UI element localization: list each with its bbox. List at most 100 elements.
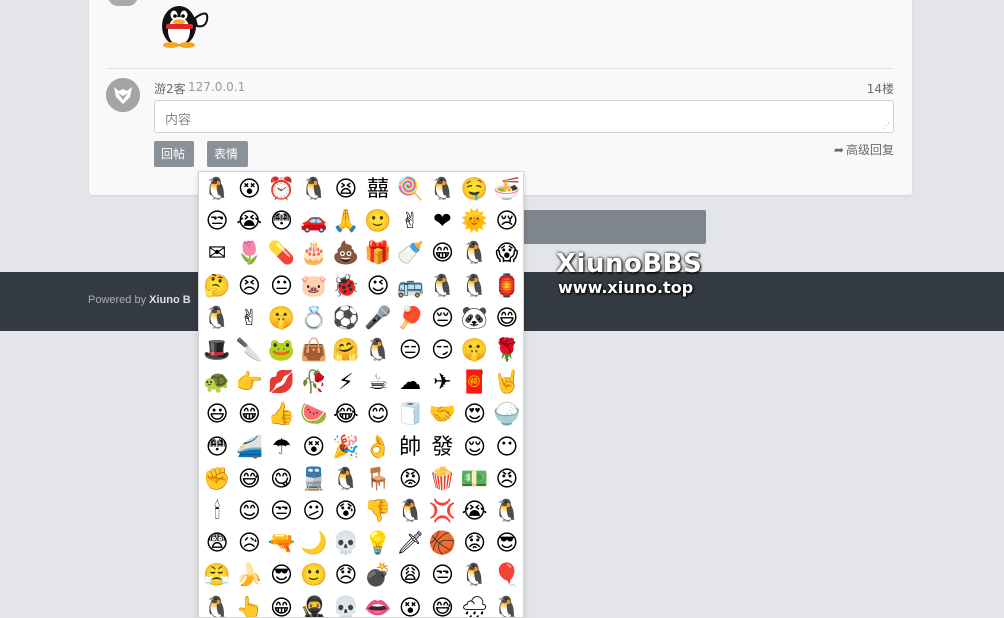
emoji-item[interactable]: 😟 xyxy=(459,528,491,560)
emoji-item[interactable]: 💀 xyxy=(330,592,362,617)
emoji-item[interactable]: 💡 xyxy=(362,528,394,560)
emoji-item[interactable]: 😫 xyxy=(330,174,362,206)
emoji-item[interactable]: 😢 xyxy=(491,206,523,238)
emoji-item[interactable]: ☂ xyxy=(265,432,297,464)
emoji-item[interactable]: 😤 xyxy=(201,560,233,592)
emoji-item[interactable]: 🙏 xyxy=(330,206,362,238)
emoji-item[interactable]: ⚡ xyxy=(330,367,362,399)
emoji-item[interactable]: 🤝 xyxy=(426,399,458,431)
emoji-item[interactable]: 🍿 xyxy=(426,464,458,496)
emoji-item[interactable]: 👆 xyxy=(233,592,265,617)
emoji-item[interactable]: ☁ xyxy=(394,367,426,399)
emoji-item[interactable]: 💵 xyxy=(459,464,491,496)
emoji-item[interactable]: 🐧 xyxy=(394,496,426,528)
emoji-item[interactable]: 😳 xyxy=(265,206,297,238)
emoji-item[interactable]: 😳 xyxy=(201,432,233,464)
emoji-item[interactable]: 😥 xyxy=(233,528,265,560)
emoji-item[interactable]: 😅 xyxy=(233,464,265,496)
avatar[interactable] xyxy=(106,78,140,112)
emoji-item[interactable]: 😁 xyxy=(265,592,297,617)
emoji-item[interactable]: 😁 xyxy=(233,399,265,431)
emoji-item[interactable]: 😭 xyxy=(459,496,491,528)
emoji-item[interactable]: 🐧 xyxy=(201,303,233,335)
emoji-item[interactable]: 😊 xyxy=(233,496,265,528)
emoji-item[interactable]: 🐧 xyxy=(459,560,491,592)
emoji-item[interactable]: 👜 xyxy=(298,335,330,367)
emoji-item[interactable]: 🙂 xyxy=(362,206,394,238)
emoji-item[interactable]: 🐧 xyxy=(298,174,330,206)
emoji-item[interactable]: 🍉 xyxy=(298,399,330,431)
emoji-item[interactable]: ✉ xyxy=(201,238,233,270)
emoji-item[interactable]: 😍 xyxy=(459,399,491,431)
emoji-item[interactable]: 🥷 xyxy=(298,592,330,617)
emoji-item[interactable]: 😱 xyxy=(491,238,523,270)
emoji-item[interactable]: 🤫 xyxy=(459,335,491,367)
emoji-item[interactable]: 🐧 xyxy=(459,238,491,270)
emoji-item[interactable]: 😎 xyxy=(265,560,297,592)
emoji-item[interactable]: 😎 xyxy=(491,528,523,560)
emoji-item[interactable]: 💩 xyxy=(330,238,362,270)
emoji-item[interactable]: 🐧 xyxy=(201,592,233,617)
emoji-item[interactable]: 😂 xyxy=(330,399,362,431)
emoji-item[interactable]: 🪑 xyxy=(362,464,394,496)
advanced-reply-link[interactable]: ➦ 高级回复 xyxy=(834,141,894,158)
emoji-item[interactable]: ✊ xyxy=(201,464,233,496)
emoji-item[interactable]: 😊 xyxy=(362,399,394,431)
emoji-item[interactable]: 😒 xyxy=(265,496,297,528)
emoji-item[interactable]: 🧧 xyxy=(459,367,491,399)
emoji-item[interactable]: 😰 xyxy=(330,496,362,528)
emoji-item[interactable]: ✌ xyxy=(394,206,426,238)
emoji-item[interactable]: 囍 xyxy=(362,174,394,206)
emoji-item[interactable]: 🐧 xyxy=(330,464,362,496)
emoji-item[interactable]: 😒 xyxy=(426,560,458,592)
emoji-item[interactable]: 💊 xyxy=(265,238,297,270)
emoji-item[interactable]: 🎁 xyxy=(362,238,394,270)
emoji-item[interactable]: 😔 xyxy=(426,303,458,335)
emoji-item[interactable]: 😵 xyxy=(233,174,265,206)
emoji-item[interactable]: 發 xyxy=(426,432,458,464)
emoji-item[interactable]: 🎉 xyxy=(330,432,362,464)
emoji-item[interactable]: ⚽ xyxy=(330,303,362,335)
resize-handle-icon[interactable]: ⋰ xyxy=(882,122,890,130)
emoji-item[interactable]: ❤ xyxy=(426,206,458,238)
reply-textarea[interactable]: 内容 ⋰ xyxy=(154,100,894,133)
emoji-item[interactable]: 🐧 xyxy=(426,174,458,206)
emoji-item[interactable]: 😃 xyxy=(201,399,233,431)
emoji-item[interactable]: 🚆 xyxy=(298,464,330,496)
emoji-item[interactable]: 🍜 xyxy=(491,174,523,206)
emoji-item[interactable]: 😑 xyxy=(394,335,426,367)
emoji-item[interactable]: 🌙 xyxy=(298,528,330,560)
emoji-item[interactable]: 🐧 xyxy=(491,592,523,617)
emoji-item[interactable]: 🐢 xyxy=(201,367,233,399)
emoji-item[interactable]: 👌 xyxy=(362,432,394,464)
reply-submit-button[interactable]: 回帖 xyxy=(154,141,194,167)
emoji-item[interactable]: 🤤 xyxy=(459,174,491,206)
emoji-item[interactable]: 🎩 xyxy=(201,335,233,367)
emoji-item[interactable]: 🐼 xyxy=(459,303,491,335)
emoji-item[interactable]: 🚄 xyxy=(233,432,265,464)
emoji-item[interactable]: 💋 xyxy=(265,367,297,399)
emoji-item[interactable]: 🏓 xyxy=(394,303,426,335)
emoji-item[interactable]: 👉 xyxy=(233,367,265,399)
emoji-item[interactable]: 😌 xyxy=(459,432,491,464)
emoji-item[interactable]: 🤗 xyxy=(330,335,362,367)
emoji-item[interactable]: 😭 xyxy=(233,206,265,238)
emoji-item[interactable]: 🥀 xyxy=(298,367,330,399)
emoji-item[interactable]: 🍼 xyxy=(394,238,426,270)
emoji-item[interactable]: 🌹 xyxy=(491,335,523,367)
emoji-item[interactable]: 🌞 xyxy=(459,206,491,238)
emoji-item[interactable]: 🏮 xyxy=(491,271,523,303)
emoji-item[interactable]: 🐧 xyxy=(459,271,491,303)
emoji-item[interactable]: 😒 xyxy=(201,206,233,238)
emoji-item[interactable]: 😅 xyxy=(426,592,458,617)
emoji-item[interactable]: 😩 xyxy=(394,560,426,592)
emoji-item[interactable]: 😉 xyxy=(362,271,394,303)
emoji-item[interactable]: 💀 xyxy=(330,528,362,560)
emoji-item[interactable]: 🐧 xyxy=(201,174,233,206)
emoji-item[interactable]: 🌷 xyxy=(233,238,265,270)
emoji-item[interactable]: 😐 xyxy=(265,271,297,303)
emoji-item[interactable]: 🔪 xyxy=(233,335,265,367)
emoji-item[interactable]: 👍 xyxy=(265,399,297,431)
emoji-item[interactable]: 😡 xyxy=(394,464,426,496)
emoji-item[interactable]: 💍 xyxy=(298,303,330,335)
